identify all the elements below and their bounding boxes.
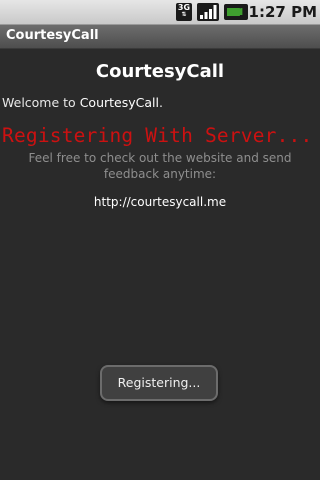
welcome-prefix: Welcome to [2,95,80,110]
website-link[interactable]: http://courtesycall.me [0,194,320,210]
signal-bars-icon [197,3,219,21]
status-bar: 3G ⇅ 11:27 PM [0,0,320,25]
welcome-app-name: CourtesyCall [79,95,159,110]
welcome-text: Welcome to CourtesyCall. [2,95,163,111]
status-clock: 11:27 PM [238,3,317,21]
network-3g-icon: 3G ⇅ [176,3,192,21]
title-bar: CourtesyCall [0,25,320,49]
phone-screen: 3G ⇅ 11:27 PM CourtesyCall CourtesyCall … [0,0,320,480]
welcome-suffix: . [158,95,163,110]
registering-toast: Registering... [100,365,218,401]
registration-status-message: Registering With Server... [2,124,313,147]
app-heading: CourtesyCall [95,61,225,82]
window-title: CourtesyCall [6,28,99,43]
toast-text: Registering... [117,375,201,390]
feedback-text: Feel free to check out the website and s… [28,151,292,181]
